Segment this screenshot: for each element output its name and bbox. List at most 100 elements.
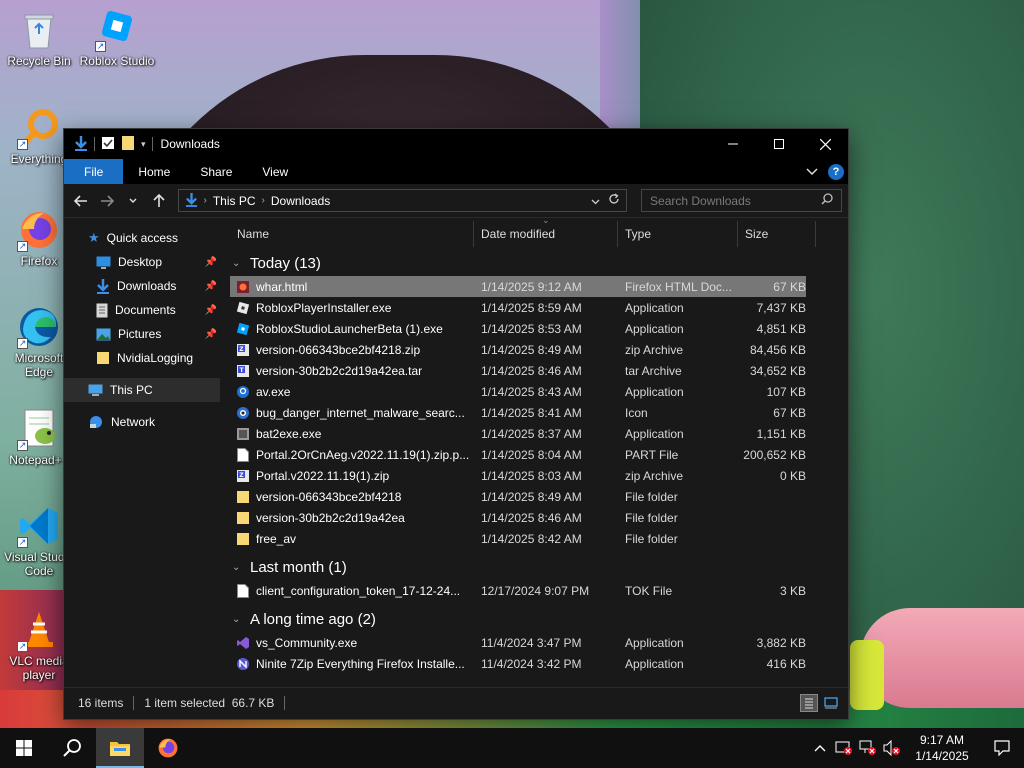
back-button[interactable] <box>70 190 92 212</box>
nav-documents[interactable]: Documents 📌 <box>64 298 220 322</box>
nav-desktop[interactable]: Desktop 📌 <box>64 250 220 274</box>
new-folder-icon[interactable] <box>121 135 135 154</box>
tab-file[interactable]: File <box>64 159 124 184</box>
roblox-player-icon <box>236 301 250 315</box>
search-button[interactable] <box>48 728 96 768</box>
nav-nvidialogging[interactable]: NvidiaLogging <box>64 346 220 370</box>
file-row[interactable]: version-30b2b2c2d19a42ea 1/14/2025 8:46 A… <box>230 507 806 528</box>
nav-label: Documents <box>115 303 176 317</box>
notepad-plus-plus-icon: ↗ <box>15 407 63 451</box>
forward-button[interactable] <box>96 190 118 212</box>
pin-icon[interactable]: 📌 <box>205 305 217 316</box>
network-disconnected-icon[interactable] <box>856 728 880 768</box>
tab-share[interactable]: Share <box>185 159 247 184</box>
file-row[interactable]: client_configuration_token_17-12-24... 12… <box>230 580 806 601</box>
ribbon-tabs: File Home Share View ? <box>64 159 848 184</box>
group-collapse-chevron-icon[interactable]: ⌄ <box>232 614 244 625</box>
search-box[interactable] <box>641 189 842 212</box>
nav-this-pc[interactable]: This PC <box>64 378 220 402</box>
nav-network[interactable]: Network <box>64 410 220 434</box>
expand-ribbon-chevron-icon[interactable] <box>806 165 818 179</box>
security-alert-icon[interactable] <box>832 728 856 768</box>
file-type: tar Archive <box>625 363 682 378</box>
file-row[interactable]: bug_danger_internet_malware_searc... 1/14… <box>230 402 806 423</box>
recent-locations-button[interactable] <box>122 190 144 212</box>
customize-toolbar-dropdown-icon[interactable]: ▾ <box>141 139 146 150</box>
file-row[interactable]: vs_Community.exe 11/4/2024 3:47 PM Applica… <box>230 632 806 653</box>
action-center-button[interactable] <box>980 728 1024 768</box>
file-date-modified: 1/14/2025 8:49 AM <box>481 489 582 504</box>
file-size: 34,652 KB <box>749 363 806 378</box>
nav-quick-access[interactable]: ★ Quick access <box>64 226 220 250</box>
large-icons-view-button[interactable] <box>822 694 840 712</box>
refresh-icon[interactable] <box>608 193 620 208</box>
taskbar-file-explorer[interactable] <box>96 728 144 768</box>
file-row[interactable]: RobloxStudioLauncherBeta (1).exe 1/14/202… <box>230 318 806 339</box>
help-icon[interactable]: ? <box>828 163 844 180</box>
group-collapse-chevron-icon[interactable]: ⌄ <box>232 258 244 269</box>
title-bar[interactable]: ▾ Downloads <box>64 129 848 159</box>
file-row[interactable]: av.exe 1/14/2025 8:43 AM Application 107 KB <box>230 381 806 402</box>
file-date-modified: 1/14/2025 8:42 AM <box>481 531 582 546</box>
file-row[interactable]: free_av 1/14/2025 8:42 AM File folder <box>230 528 806 549</box>
tab-home[interactable]: Home <box>123 159 185 184</box>
file-type: TOK File <box>625 583 673 598</box>
file-row[interactable]: whar.html 1/14/2025 9:12 AM Firefox HTML D… <box>230 276 806 297</box>
group-header[interactable]: ⌄ A long time ago (2) <box>230 606 848 632</box>
file-row[interactable]: Tversion-30b2b2c2d19a42ea.tar 1/14/2025 8… <box>230 360 806 381</box>
file-type: Application <box>625 656 684 671</box>
pin-icon[interactable]: 📌 <box>205 281 217 292</box>
file-date-modified: 11/4/2024 3:42 PM <box>481 656 582 671</box>
desktop-icon-recycle-bin[interactable]: Recycle Bin <box>0 8 78 68</box>
properties-checkmark-icon[interactable] <box>101 136 115 153</box>
file-row[interactable]: Ninite 7Zip Everything Firefox Installe.… <box>230 653 806 674</box>
file-row[interactable]: Z Portal.v2022.11.19(1).zip 1/14/2025 8:03… <box>230 465 806 486</box>
close-button[interactable] <box>802 129 848 159</box>
search-input[interactable] <box>650 193 811 208</box>
address-history-dropdown-icon[interactable] <box>591 194 600 208</box>
file-row[interactable]: Portal.2OrCnAeg.v2022.11.19(1).zip.p... 1… <box>230 444 806 465</box>
column-header-type[interactable]: Type <box>618 220 738 247</box>
file-type: Firefox HTML Doc... <box>625 279 732 294</box>
file-row[interactable]: Zversion-066343bce2bf4218.zip 1/14/2025 8… <box>230 339 806 360</box>
breadcrumb-separator-icon: › <box>203 195 207 206</box>
file-row[interactable]: RobloxPlayerInstaller.exe 1/14/2025 8:59 … <box>230 297 806 318</box>
maximize-button[interactable] <box>756 129 802 159</box>
nav-pictures[interactable]: Pictures 📌 <box>64 322 220 346</box>
file-size: 107 KB <box>766 384 806 399</box>
file-date-modified: 1/14/2025 8:49 AM <box>481 342 582 357</box>
pin-icon[interactable]: 📌 <box>205 329 217 340</box>
divider <box>133 695 135 710</box>
start-button[interactable] <box>0 728 48 768</box>
breadcrumb-this-pc[interactable]: This PC <box>213 194 256 208</box>
file-row[interactable]: bat2exe.exe 1/14/2025 8:37 AM Application 1… <box>230 423 806 444</box>
column-header-name[interactable]: Name <box>230 220 474 247</box>
breadcrumb-downloads[interactable]: Downloads <box>271 194 330 208</box>
file-size: 67 KB <box>773 279 806 294</box>
group-header[interactable]: ⌄ Today (13) <box>230 250 848 276</box>
clock[interactable]: 9:17 AM 1/14/2025 <box>904 732 980 764</box>
download-arrow-icon <box>185 192 198 210</box>
volume-muted-icon[interactable] <box>880 728 904 768</box>
taskbar-firefox[interactable] <box>144 728 192 768</box>
html-icon <box>236 280 250 294</box>
explorer-body: ★ Quick access Desktop 📌 Downloads 📌 Doc… <box>64 215 848 687</box>
group-collapse-chevron-icon[interactable]: ⌄ <box>232 562 244 573</box>
roblox-studio-icon: ↗ <box>93 8 141 52</box>
nav-label: Downloads <box>117 279 177 293</box>
details-view-button[interactable] <box>800 693 818 712</box>
tab-view[interactable]: View <box>247 159 303 184</box>
group-header[interactable]: ⌄ Last month (1) <box>230 554 848 580</box>
column-header-size[interactable]: Size <box>738 220 816 247</box>
search-icon[interactable] <box>821 193 833 208</box>
show-hidden-icons-chevron-up-icon[interactable] <box>808 728 832 768</box>
up-button[interactable] <box>148 190 170 212</box>
file-row[interactable]: version-066343bce2bf4218 1/14/2025 8:49 A… <box>230 486 806 507</box>
nav-downloads[interactable]: Downloads 📌 <box>64 274 220 298</box>
pin-icon[interactable]: 📌 <box>205 257 217 268</box>
address-bar[interactable]: › This PC › Downloads <box>177 189 628 212</box>
minimize-button[interactable] <box>710 129 756 159</box>
file-name-cell: Zversion-066343bce2bf4218.zip <box>230 343 474 357</box>
file-type: Icon <box>625 405 648 420</box>
desktop-icon-roblox-studio[interactable]: ↗ Roblox Studio <box>78 8 156 68</box>
